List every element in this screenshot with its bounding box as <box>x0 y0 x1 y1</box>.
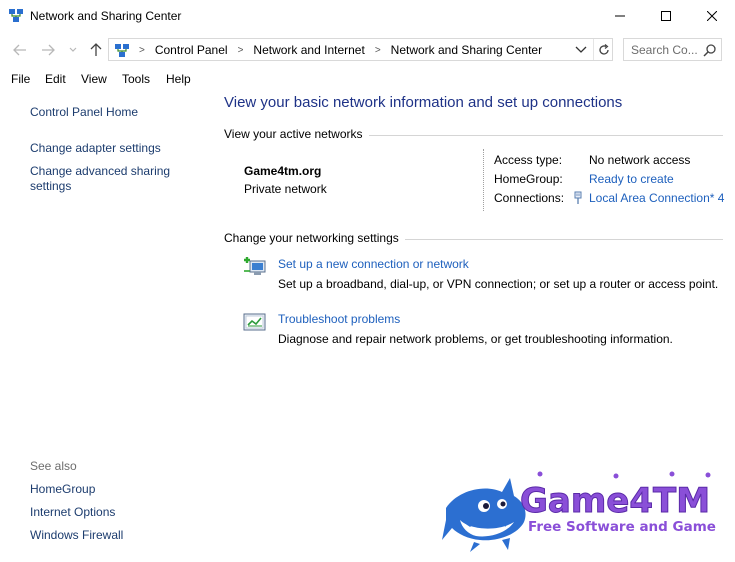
menu-edit[interactable]: Edit <box>45 72 66 86</box>
menu-file[interactable]: File <box>11 72 30 86</box>
maximize-icon <box>661 11 671 21</box>
troubleshoot-problems-link[interactable]: Troubleshoot problems <box>278 312 400 326</box>
breadcrumb: > Control Panel > Network and Internet >… <box>115 43 542 57</box>
watermark-logo: Game4TM Free Software and Game <box>442 471 716 552</box>
connections-label: Connections: <box>494 191 565 205</box>
windows-firewall-link[interactable]: Windows Firewall <box>30 528 123 543</box>
address-bar[interactable]: > Control Panel > Network and Internet >… <box>108 38 613 61</box>
page-title: View your basic network information and … <box>224 94 623 111</box>
watermark-brand-text: Game4TM <box>520 481 710 521</box>
search-icon[interactable] <box>703 43 717 57</box>
minimize-icon <box>615 15 625 17</box>
breadcrumb-separator-icon: > <box>139 44 145 56</box>
search-input[interactable] <box>631 42 701 57</box>
close-icon <box>707 11 717 21</box>
menu-help[interactable]: Help <box>166 72 191 86</box>
breadcrumb-control-panel[interactable]: Control Panel <box>155 43 228 57</box>
active-networks-label: View your active networks <box>224 127 369 141</box>
window-title: Network and Sharing Center <box>30 9 182 23</box>
internet-options-link[interactable]: Internet Options <box>30 505 115 520</box>
left-navigation-pane: Control Panel Home Change adapter settin… <box>0 92 212 562</box>
homegroup-label: HomeGroup: <box>494 172 563 186</box>
up-button[interactable] <box>87 41 105 59</box>
control-panel-icon <box>115 43 129 57</box>
homegroup-ready-link[interactable]: Ready to create <box>589 172 674 186</box>
refresh-icon <box>598 43 609 55</box>
recent-locations-button[interactable] <box>64 41 82 59</box>
new-connection-icon <box>244 257 266 275</box>
setup-new-connection-description: Set up a broadband, dial-up, or VPN conn… <box>278 277 719 291</box>
change-adapter-settings-link[interactable]: Change adapter settings <box>30 141 161 156</box>
troubleshoot-icon <box>243 313 266 331</box>
breadcrumb-separator-icon: > <box>237 44 244 56</box>
maximize-button[interactable] <box>643 0 689 32</box>
search-box[interactable] <box>623 38 722 61</box>
menu-tools[interactable]: Tools <box>122 72 150 86</box>
arrow-up-icon <box>90 43 102 56</box>
title-bar: Network and Sharing Center <box>0 0 735 32</box>
homegroup-link[interactable]: HomeGroup <box>30 482 95 497</box>
watermark-tagline-text: Free Software and Game <box>528 519 716 535</box>
arrow-left-icon <box>13 44 26 56</box>
access-type-label: Access type: <box>494 153 563 167</box>
menu-view[interactable]: View <box>81 72 107 86</box>
network-center-icon <box>9 9 23 22</box>
network-type[interactable]: Private network <box>244 182 327 196</box>
breadcrumb-separator-icon: > <box>374 44 381 56</box>
change-settings-section-header: Change your networking settings <box>224 231 723 247</box>
setup-new-connection-link[interactable]: Set up a new connection or network <box>278 257 469 271</box>
minimize-button[interactable] <box>597 0 643 32</box>
ethernet-cable-icon <box>574 191 582 204</box>
network-name: Game4tm.org <box>244 164 322 178</box>
menu-bar: File Edit View Tools Help <box>0 68 735 90</box>
navigation-bar: > Control Panel > Network and Internet >… <box>0 32 735 68</box>
close-button[interactable] <box>689 0 735 32</box>
chevron-down-icon <box>69 47 77 52</box>
address-dropdown-chevron-icon[interactable] <box>574 44 588 56</box>
forward-button[interactable] <box>39 41 57 59</box>
local-area-connection-link[interactable]: Local Area Connection* 4 <box>589 191 724 205</box>
access-type-value: No network access <box>589 153 691 167</box>
network-info-divider <box>483 149 484 211</box>
see-also-heading: See also <box>30 459 77 473</box>
control-panel-home-link[interactable]: Control Panel Home <box>30 105 138 120</box>
breadcrumb-network-sharing-center[interactable]: Network and Sharing Center <box>391 43 542 57</box>
active-networks-section-header: View your active networks <box>224 127 723 143</box>
breadcrumb-network-and-internet[interactable]: Network and Internet <box>253 43 364 57</box>
back-button[interactable] <box>11 41 29 59</box>
refresh-button[interactable] <box>593 39 613 60</box>
change-settings-label: Change your networking settings <box>224 231 405 245</box>
arrow-right-icon <box>42 44 55 56</box>
troubleshoot-problems-description: Diagnose and repair network problems, or… <box>278 332 673 346</box>
change-advanced-sharing-link[interactable]: Change advanced sharing settings <box>30 164 190 194</box>
